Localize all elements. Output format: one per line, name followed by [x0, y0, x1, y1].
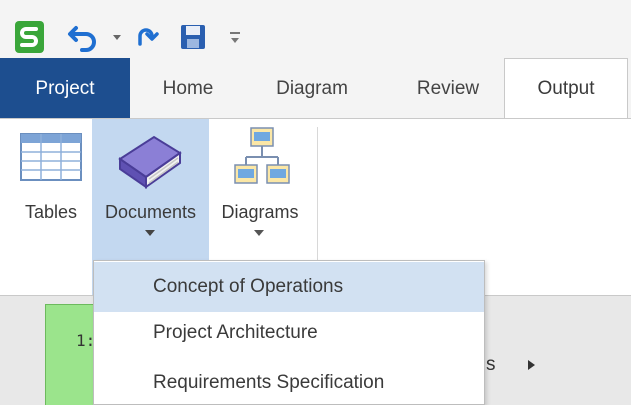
tab-project[interactable]: Project [0, 58, 130, 119]
documents-label: Documents [104, 202, 197, 222]
documents-dropdown-menu: Concept of Operations Project Architectu… [93, 260, 485, 405]
redo-icon[interactable] [134, 20, 162, 54]
menu-item-project-architecture[interactable]: Project Architecture [94, 308, 484, 358]
chevron-down-icon[interactable] [108, 20, 126, 54]
chevron-down-icon [254, 230, 264, 236]
tab-review[interactable]: Review [388, 58, 508, 119]
tab-output[interactable]: Output [504, 58, 628, 119]
diagram-icon [234, 127, 290, 184]
expand-arrow-icon[interactable] [527, 359, 537, 371]
ribbon-group-separator [317, 127, 318, 279]
app-window: Project Home Diagram Review Output Table… [0, 0, 631, 405]
chevron-down-icon [145, 230, 155, 236]
tables-label: Tables [24, 202, 78, 222]
table-grid-icon [20, 133, 82, 181]
save-icon[interactable] [178, 20, 208, 54]
tab-diagram[interactable]: Diagram [244, 58, 380, 119]
tab-home[interactable]: Home [138, 58, 238, 119]
tables-button[interactable]: Tables [12, 119, 90, 295]
undo-icon[interactable] [66, 20, 100, 54]
ribbon-tabs: Project Home Diagram Review Output [0, 58, 631, 119]
menu-item-requirements-specification[interactable]: Requirements Specification [94, 358, 484, 405]
app-logo-icon[interactable] [14, 20, 45, 54]
customize-icon[interactable] [226, 20, 246, 54]
book-icon [118, 135, 182, 189]
workspace-text: s [486, 354, 496, 375]
menu-item-concept-of-operations[interactable]: Concept of Operations [94, 262, 484, 312]
diagrams-label: Diagrams [221, 202, 299, 222]
